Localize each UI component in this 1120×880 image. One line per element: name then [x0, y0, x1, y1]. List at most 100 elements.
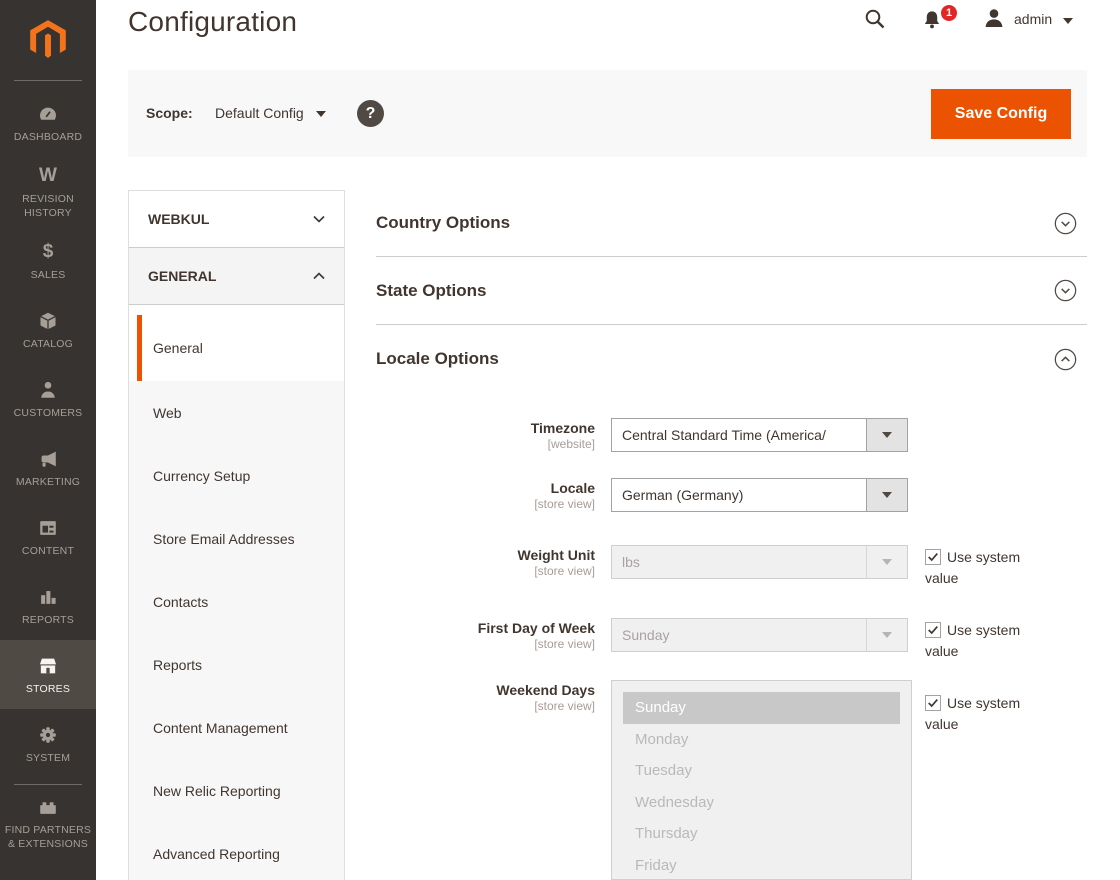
- chevron-down-icon: [313, 215, 325, 223]
- config-nav-items: General Web Currency Setup Store Email A…: [129, 315, 344, 880]
- section-title: Country Options: [376, 213, 511, 232]
- sidebar-item-customers[interactable]: CUSTOMERS: [0, 364, 96, 433]
- timezone-label: Timezone [website]: [376, 420, 595, 452]
- magento-logo[interactable]: [0, 10, 96, 70]
- section-state-options[interactable]: State Options: [376, 257, 1087, 325]
- admin-user-icon[interactable]: [982, 6, 1006, 30]
- timezone-value: Central Standard Time (America/: [622, 427, 826, 443]
- section-title: State Options: [376, 280, 487, 300]
- config-nav-item-new-relic-reporting[interactable]: New Relic Reporting: [129, 759, 344, 822]
- section-locale-options[interactable]: Locale Options: [376, 325, 1087, 393]
- config-nav-panel: WEBKUL GENERAL General Web Currency Setu…: [128, 190, 345, 880]
- reports-icon: [36, 585, 60, 609]
- user-menu-caret-icon[interactable]: [1063, 18, 1073, 24]
- scope-help-button[interactable]: ?: [357, 100, 384, 127]
- save-config-button[interactable]: Save Config: [931, 89, 1071, 139]
- weight-unit-select: lbs: [611, 545, 908, 579]
- sidebar-item-content[interactable]: CONTENT: [0, 502, 96, 571]
- sidebar-item-catalog[interactable]: CATALOG: [0, 295, 96, 364]
- catalog-icon: [36, 309, 60, 333]
- page: Configuration 1 admin Scope: Default Con…: [96, 0, 1120, 880]
- sidebar-item-label: CUSTOMERS: [13, 406, 83, 419]
- weight-unit-use-system[interactable]: Use system value: [925, 547, 1043, 589]
- sidebar-item-label: MARKETING: [15, 475, 81, 488]
- config-nav-item-general[interactable]: General: [129, 315, 344, 381]
- weight-unit-label: Weight Unit [store view]: [376, 547, 595, 579]
- sidebar-item-label: CATALOG: [22, 337, 74, 350]
- section-title: Locale Options: [376, 349, 499, 368]
- config-nav-item-advanced-reporting[interactable]: Advanced Reporting: [129, 822, 344, 880]
- config-nav-item-reports[interactable]: Reports: [129, 633, 344, 696]
- config-nav-item-web[interactable]: Web: [129, 381, 344, 444]
- multiselect-option: Friday: [635, 856, 677, 874]
- sidebar-divider: [14, 784, 82, 785]
- scope-hint: [store view]: [534, 699, 595, 713]
- config-group-label: GENERAL: [148, 268, 217, 284]
- chevron-up-circle-icon[interactable]: [1054, 348, 1077, 371]
- checkbox-checked-icon[interactable]: [925, 549, 941, 565]
- customers-icon: [36, 378, 60, 402]
- search-icon[interactable]: [863, 7, 887, 31]
- timezone-select[interactable]: Central Standard Time (America/: [611, 418, 908, 452]
- chevron-down-circle-icon[interactable]: [1054, 212, 1077, 235]
- sidebar-item-marketing[interactable]: MARKETING: [0, 433, 96, 502]
- checkbox-checked-icon[interactable]: [925, 695, 941, 711]
- sidebar-menu: DASHBOARD W REVISION HISTORY $ SALES CAT…: [0, 88, 96, 857]
- sidebar-item-label: STORES: [25, 682, 71, 695]
- config-group-webkul[interactable]: WEBKUL: [129, 191, 344, 248]
- sidebar-item-reports[interactable]: REPORTS: [0, 571, 96, 640]
- multiselect-option: Tuesday: [635, 762, 692, 780]
- page-header: Configuration 1 admin: [96, 0, 1120, 56]
- scope-hint: [store view]: [534, 637, 595, 651]
- checkbox-checked-icon[interactable]: [925, 622, 941, 638]
- notification-count-badge[interactable]: 1: [939, 3, 959, 23]
- multiselect-option: Thursday: [635, 825, 698, 843]
- sidebar-item-stores[interactable]: STORES: [0, 640, 96, 709]
- section-country-options[interactable]: Country Options: [376, 190, 1087, 257]
- sidebar-item-label: SYSTEM: [25, 751, 71, 764]
- multiselect-option: Monday: [635, 730, 689, 748]
- config-group-general[interactable]: GENERAL: [129, 248, 344, 305]
- sidebar-item-revision-history[interactable]: W REVISION HISTORY: [0, 157, 96, 226]
- config-nav-item-contacts[interactable]: Contacts: [129, 570, 344, 633]
- select-arrow-icon[interactable]: [866, 419, 907, 451]
- sales-icon: $: [42, 240, 54, 262]
- config-nav-item-currency-setup[interactable]: Currency Setup: [129, 444, 344, 507]
- stores-icon: [36, 654, 60, 678]
- admin-user-name[interactable]: admin: [1014, 11, 1052, 27]
- locale-select[interactable]: German (Germany): [611, 478, 908, 512]
- sidebar-item-label: CONTENT: [21, 544, 75, 557]
- first-day-use-system[interactable]: Use system value: [925, 620, 1043, 662]
- sidebar-item-label: FIND PARTNERS & EXTENSIONS: [4, 823, 92, 850]
- weekend-days-multiselect: Sunday Monday Tuesday Wednesday Thursday…: [611, 680, 912, 880]
- sidebar-item-label: SALES: [30, 268, 66, 281]
- sidebar-item-dashboard[interactable]: DASHBOARD: [0, 88, 96, 157]
- marketing-icon: [36, 447, 60, 471]
- admin-sidebar: DASHBOARD W REVISION HISTORY $ SALES CAT…: [0, 0, 96, 880]
- locale-label: Locale [store view]: [376, 480, 595, 512]
- sidebar-item-label: REVISION HISTORY: [22, 192, 74, 219]
- chevron-down-circle-icon[interactable]: [1054, 279, 1077, 302]
- dashboard-icon: [36, 102, 60, 126]
- magento-admin-app: DASHBOARD W REVISION HISTORY $ SALES CAT…: [0, 0, 1120, 880]
- config-nav-item-store-email-addresses[interactable]: Store Email Addresses: [129, 507, 344, 570]
- revision-history-icon: W: [39, 164, 57, 186]
- weekend-days-use-system[interactable]: Use system value: [925, 693, 1043, 735]
- scope-hint: [store view]: [534, 564, 595, 578]
- select-arrow-icon[interactable]: [866, 479, 907, 511]
- scope-label: Scope:: [146, 105, 193, 121]
- sidebar-item-find-partners[interactable]: FIND PARTNERS & EXTENSIONS: [0, 788, 96, 857]
- scope-hint: [website]: [547, 437, 595, 451]
- extensions-icon: [36, 795, 60, 819]
- scope-caret-icon[interactable]: [316, 111, 326, 117]
- page-title: Configuration: [128, 6, 298, 37]
- multiselect-option: Wednesday: [635, 793, 714, 811]
- weekend-days-label: Weekend Days [store view]: [376, 682, 595, 714]
- scope-switcher[interactable]: Default Config: [215, 105, 304, 121]
- sidebar-item-system[interactable]: SYSTEM: [0, 709, 96, 778]
- weight-unit-value: lbs: [622, 554, 640, 570]
- sidebar-item-sales[interactable]: $ SALES: [0, 226, 96, 295]
- scope-bar: Scope: Default Config ? Save Config: [128, 70, 1087, 157]
- sidebar-item-label: DASHBOARD: [13, 130, 83, 143]
- config-nav-item-content-management[interactable]: Content Management: [129, 696, 344, 759]
